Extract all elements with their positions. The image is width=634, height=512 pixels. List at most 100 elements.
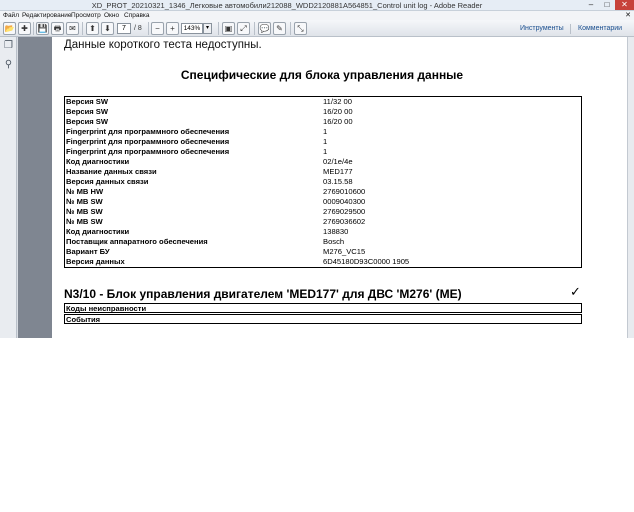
row-key: Fingerprint для программного обеспечения	[66, 147, 230, 156]
adobe-reader-window: XD_PROT_20210321_1346_Легковые автомобил…	[0, 0, 634, 338]
fit-width-icon[interactable]: ⤢	[237, 22, 250, 35]
specific-data-title: Специфические для блока управления данны…	[180, 68, 464, 82]
zoom-in-icon[interactable]: +	[166, 22, 179, 35]
fit-page-icon[interactable]: ▣	[222, 22, 235, 35]
mail-icon[interactable]: ✉	[66, 22, 79, 35]
table-row: Поставщик аппаратного обеспечения Bosch	[65, 237, 581, 247]
row-value: 2769010600	[323, 187, 366, 196]
row-key: Код диагностики	[66, 227, 130, 236]
row-value: 138830	[323, 227, 349, 236]
toolbar-divider	[290, 22, 291, 35]
table-row: Код диагностики 02/1e/4e	[65, 157, 581, 167]
row-value: MED177	[323, 167, 353, 176]
row-key: № MB SW	[66, 207, 103, 216]
maximize-button[interactable]: □	[600, 0, 614, 10]
tools-button[interactable]: Инструменты	[520, 20, 564, 37]
toolbar: 📂 ✚ 💾 🖶 ✉ ⬆ ⬇ 7 / 8 − + 143% ▾ ▣ ⤢ 💬 ✎ ⤡…	[0, 20, 634, 37]
events-box: События	[64, 314, 582, 324]
create-pdf-icon[interactable]: ✚	[18, 22, 31, 35]
table-row: Версия данных 6D45180D93C0000 1905	[65, 257, 581, 267]
close-window-button[interactable]: ✕	[615, 0, 634, 10]
row-key: Версия SW	[66, 117, 109, 126]
row-value: 1	[323, 147, 328, 156]
row-value: 16/20 00	[323, 117, 353, 126]
table-row: № MB SW 2769036602	[65, 217, 581, 227]
row-key: Версия данных	[66, 257, 125, 266]
control-unit-data-table: Версия SW 11/32 00 Версия SW 16/20 00 Верс…	[64, 96, 582, 268]
open-icon[interactable]: 📂	[3, 22, 16, 35]
toolbar-divider	[218, 22, 219, 35]
table-row: Версия SW 16/20 00	[65, 107, 581, 117]
table-row: Название данных связи MED177	[65, 167, 581, 177]
document-area: Данные короткого теста недоступны. Специ…	[18, 37, 634, 338]
zoom-dropdown-icon[interactable]: ▾	[203, 23, 212, 34]
vertical-scrollbar[interactable]	[627, 37, 634, 338]
zoom-level-input[interactable]: 143%	[181, 23, 203, 34]
print-icon[interactable]: 🖶	[51, 22, 64, 35]
page-total: / 8	[134, 25, 142, 32]
comment-icon[interactable]: 💬	[258, 22, 271, 35]
row-key: № MB SW	[66, 197, 103, 206]
close-document-button[interactable]: ✕	[625, 11, 631, 20]
table-row: Версия данных связи 03.15.58	[65, 177, 581, 187]
table-row: Код диагностики 138830	[65, 227, 581, 237]
table-row: Fingerprint для программного обеспечения…	[65, 147, 581, 157]
pdf-page: Данные короткого теста недоступны. Специ…	[52, 37, 627, 338]
pages-panel-icon[interactable]: ❐	[3, 40, 14, 52]
table-row: № MB SW 2769029500	[65, 207, 581, 217]
save-icon[interactable]: 💾	[36, 22, 49, 35]
row-key: Версия данных связи	[66, 177, 149, 186]
menu-view[interactable]: Просмотр	[71, 11, 101, 20]
row-key: Версия SW	[66, 97, 109, 106]
fault-codes-box: Коды неисправности	[64, 303, 582, 313]
toolbar-divider	[82, 22, 83, 35]
menu-window[interactable]: Окно	[104, 11, 119, 20]
expand-icon[interactable]: ⤡	[294, 22, 307, 35]
row-value: 6D45180D93C0000 1905	[323, 257, 410, 266]
short-test-note: Данные короткого теста недоступны.	[64, 39, 262, 51]
row-value: 2769029500	[323, 207, 366, 216]
events-label: События	[66, 315, 101, 324]
row-value: 1	[323, 127, 328, 136]
menu-file[interactable]: Файл	[3, 11, 19, 20]
table-row: Вариант БУ M276_VC15	[65, 247, 581, 257]
previous-page-icon[interactable]: ⬆	[86, 22, 99, 35]
menu-help[interactable]: Справка	[124, 11, 150, 20]
comments-button[interactable]: Комментарии	[578, 20, 622, 37]
navigation-panel: ❐ ⚲	[0, 37, 17, 338]
row-key: Fingerprint для программного обеспечения	[66, 137, 230, 146]
fault-codes-label: Коды неисправности	[66, 304, 147, 313]
row-value: 11/32 00	[323, 97, 352, 106]
window-title: XD_PROT_20210321_1346_Легковые автомобил…	[91, 1, 483, 10]
row-value: Bosch	[323, 237, 345, 246]
row-value: 02/1e/4e	[323, 157, 353, 166]
section-title: N3/10 - Блок управления двигателем 'MED1…	[64, 287, 462, 301]
row-key: Вариант БУ	[66, 247, 110, 256]
row-value: 03.15.58	[323, 177, 353, 186]
minimize-button[interactable]: –	[584, 0, 598, 10]
row-value: 1	[323, 137, 328, 146]
table-row: Версия SW 11/32 00	[65, 97, 581, 107]
toolbar-divider	[33, 22, 34, 35]
title-bar: XD_PROT_20210321_1346_Легковые автомобил…	[0, 0, 634, 11]
menu-bar: Файл Редактирование Просмотр Окно Справк…	[0, 11, 634, 20]
row-key: Версия SW	[66, 107, 109, 116]
table-row: № MB SW 0009040300	[65, 197, 581, 207]
table-row: № MB HW 2769010600	[65, 187, 581, 197]
row-key: Название данных связи	[66, 167, 157, 176]
next-page-icon[interactable]: ⬇	[101, 22, 114, 35]
attachments-panel-icon[interactable]: ⚲	[3, 59, 14, 71]
row-key: № MB HW	[66, 187, 104, 196]
row-value: 0009040300	[323, 197, 366, 206]
row-value: M276_VC15	[323, 247, 366, 256]
row-key: Fingerprint для программного обеспечения	[66, 127, 230, 136]
toolbar-divider	[254, 22, 255, 35]
toolbar-divider	[570, 24, 571, 34]
page-number-input[interactable]: 7	[117, 23, 131, 34]
menu-edit[interactable]: Редактирование	[22, 11, 72, 20]
zoom-out-icon[interactable]: −	[151, 22, 164, 35]
row-value: 16/20 00	[323, 107, 353, 116]
highlight-icon[interactable]: ✎	[273, 22, 286, 35]
check-icon: ✓	[570, 284, 581, 299]
row-key: № MB SW	[66, 217, 103, 226]
